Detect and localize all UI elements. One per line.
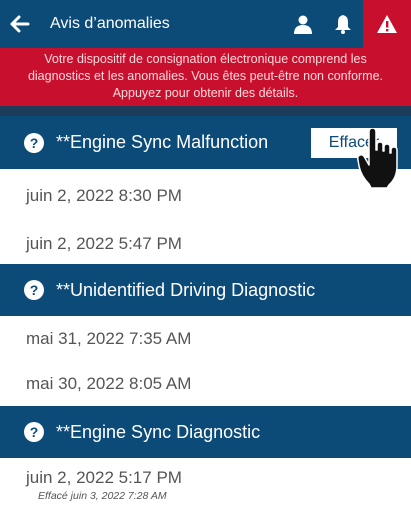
back-button[interactable] bbox=[0, 0, 40, 48]
list-item[interactable]: mai 30, 2022 8:05 AM bbox=[0, 360, 411, 408]
notifications-button[interactable] bbox=[323, 0, 363, 48]
user-icon bbox=[294, 15, 312, 34]
cleared-note: Effacé juin 3, 2022 7:28 AM bbox=[38, 490, 167, 502]
entry-date: mai 31, 2022 7:35 AM bbox=[26, 329, 192, 348]
banner-line: Votre dispositif de consignation électro… bbox=[44, 52, 367, 66]
alert-button[interactable] bbox=[363, 0, 411, 48]
top-bar: Avis d’anomalies bbox=[0, 0, 411, 48]
section-header-unidentified-driving[interactable]: ? **Unidentified Driving Diagnostic bbox=[0, 264, 411, 316]
compliance-banner[interactable]: Votre dispositif de consignation électro… bbox=[0, 48, 411, 106]
bell-icon bbox=[335, 15, 351, 34]
back-arrow-icon bbox=[10, 15, 30, 33]
help-icon[interactable]: ? bbox=[24, 280, 44, 300]
section-title: **Unidentified Driving Diagnostic bbox=[56, 279, 316, 300]
list-item[interactable]: juin 2, 2022 5:47 PM bbox=[0, 220, 411, 268]
pointer-hand-icon bbox=[357, 128, 398, 188]
help-icon[interactable]: ? bbox=[24, 422, 44, 442]
entry-date: juin 2, 2022 5:17 PM bbox=[26, 468, 182, 487]
entry-date: juin 2, 2022 5:47 PM bbox=[26, 234, 182, 253]
user-button[interactable] bbox=[283, 0, 323, 48]
section-title: **Engine Sync Malfunction bbox=[56, 132, 269, 152]
section-header-engine-sync-diagnostic[interactable]: ? **Engine Sync Diagnostic bbox=[0, 406, 411, 458]
banner-line: diagnostics et les anomalies. Vous êtes … bbox=[27, 69, 384, 83]
help-icon[interactable]: ? bbox=[24, 132, 44, 153]
warning-icon bbox=[377, 15, 397, 33]
banner-line: Appuyez pour obtenir des détails. bbox=[112, 86, 299, 100]
list-item[interactable]: mai 31, 2022 7:35 AM bbox=[0, 315, 411, 363]
list-item[interactable]: juin 2, 2022 8:30 PM bbox=[0, 172, 411, 220]
section-title: **Engine Sync Diagnostic bbox=[56, 421, 261, 442]
divider bbox=[0, 106, 411, 116]
section-header-engine-sync-malfunction[interactable]: ? **Engine Sync Malfunction Effacer bbox=[0, 116, 411, 169]
page-title: Avis d’anomalies bbox=[50, 15, 170, 32]
entry-date: juin 2, 2022 8:30 PM bbox=[26, 186, 182, 205]
list-item[interactable]: juin 2, 2022 5:17 PM Effacé juin 3, 2022… bbox=[0, 460, 411, 508]
entry-date: mai 30, 2022 8:05 AM bbox=[26, 374, 192, 393]
